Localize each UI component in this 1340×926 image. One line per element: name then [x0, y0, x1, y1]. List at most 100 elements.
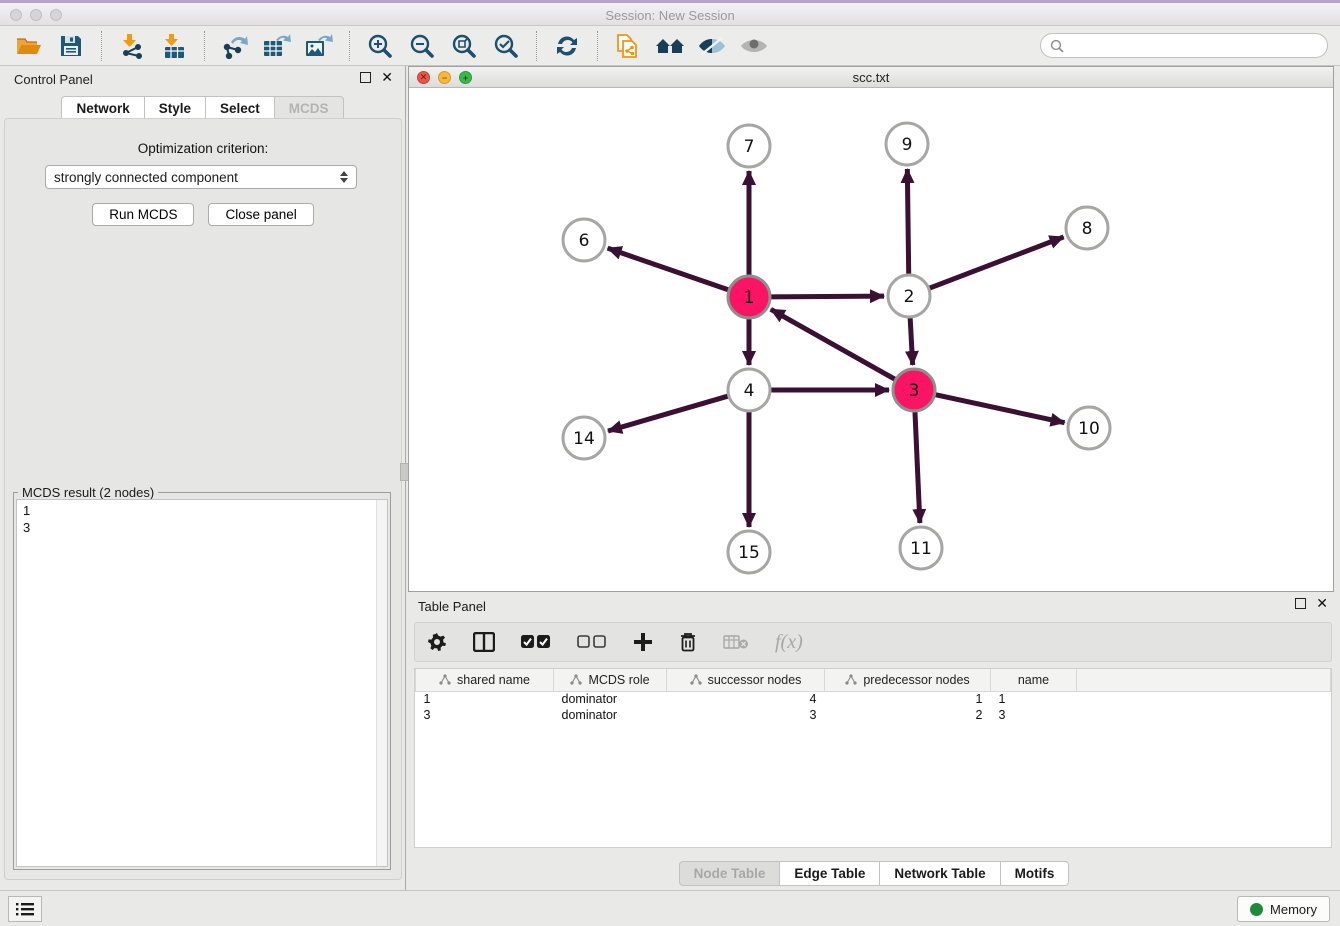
graphics-details-icon[interactable]	[652, 30, 688, 62]
graph-node-6[interactable]: 6	[563, 219, 605, 261]
zoom-fit-icon[interactable]	[446, 30, 482, 62]
close-panel-button[interactable]: Close panel	[208, 203, 313, 226]
mcds-result-textarea[interactable]: 1 3	[16, 499, 388, 867]
show-panels-eye-icon[interactable]	[736, 30, 772, 62]
table-panel-tabs: Node Table Edge Table Network Table Moti…	[408, 861, 1340, 886]
graph-node-9[interactable]: 9	[886, 123, 928, 165]
search-input[interactable]	[1069, 38, 1318, 53]
graph-edge-3-10[interactable]	[933, 394, 1065, 423]
graph-edge-2-8[interactable]	[927, 237, 1064, 289]
open-session-icon[interactable]	[11, 30, 47, 62]
delete-table-icon[interactable]	[723, 634, 749, 650]
column-header-successor-nodes[interactable]: successor nodes	[667, 669, 825, 691]
float-table-panel-icon[interactable]	[1295, 598, 1306, 609]
add-column-icon[interactable]	[633, 632, 653, 652]
graph-edge-1-6[interactable]	[608, 248, 731, 291]
function-builder-icon[interactable]: f(x)	[775, 631, 803, 654]
search-icon	[1050, 39, 1064, 53]
toolbar-separator	[101, 31, 102, 61]
criterion-dropdown[interactable]: strongly connected component	[45, 165, 357, 189]
graph-node-label: 3	[909, 381, 920, 401]
control-panel-title: Control Panel	[14, 72, 93, 87]
mcds-panel-body: Optimization criterion: strongly connect…	[4, 118, 402, 880]
float-panel-icon[interactable]	[360, 72, 371, 83]
graph-edge-2-3[interactable]	[910, 315, 913, 365]
delete-columns-trash-icon[interactable]	[679, 632, 697, 652]
graph-node-3[interactable]: 3	[893, 369, 935, 411]
column-header-name[interactable]: name	[991, 669, 1077, 691]
graph-node-label: 7	[744, 137, 755, 157]
export-network-icon[interactable]	[217, 30, 253, 62]
criterion-dropdown-value: strongly connected component	[54, 170, 340, 185]
table-toolbar: f(x)	[414, 622, 1332, 662]
network-view-window: ✕ − + scc.txt 7 9 6 8 1 2 4 3 14 10 15 11	[408, 66, 1334, 592]
refresh-view-icon[interactable]	[549, 30, 585, 62]
network-canvas[interactable]: 7 9 6 8 1 2 4 3 14 10 15 11	[409, 88, 1333, 591]
tab-node-table[interactable]: Node Table	[679, 861, 781, 886]
tab-network-table[interactable]: Network Table	[880, 861, 1000, 886]
table-row[interactable]: 1 dominator 4 1 1	[416, 691, 1331, 707]
close-panel-icon[interactable]: ✕	[381, 72, 393, 83]
node-table[interactable]: shared name MCDS role successor nodes pr…	[414, 668, 1332, 848]
mcds-result-scrollbar[interactable]	[376, 500, 387, 866]
graph-node-4[interactable]: 4	[728, 369, 770, 411]
memory-button-label: Memory	[1270, 902, 1317, 917]
graph-node-label: 6	[579, 231, 590, 251]
graph-node-10[interactable]: 10	[1068, 407, 1110, 449]
graph-edge-2-9[interactable]	[907, 169, 908, 277]
search-input-container	[1040, 33, 1328, 58]
memory-button[interactable]: Memory	[1237, 896, 1330, 922]
graph-node-14[interactable]: 14	[563, 417, 605, 459]
hide-panels-eye-icon[interactable]	[694, 30, 730, 62]
clone-network-icon[interactable]	[610, 30, 646, 62]
graph-node-8[interactable]: 8	[1066, 207, 1108, 249]
export-table-icon[interactable]	[259, 30, 295, 62]
mcds-result-values: 1 3	[17, 500, 387, 538]
list-icon	[16, 902, 34, 916]
graph-edge-3-11[interactable]	[915, 409, 920, 523]
main-toolbar	[0, 26, 1340, 66]
graph-edge-4-14[interactable]	[608, 395, 731, 431]
close-table-panel-icon[interactable]: ✕	[1316, 598, 1328, 609]
import-network-icon[interactable]	[114, 30, 150, 62]
table-row[interactable]: 3 dominator 3 2 3	[416, 707, 1331, 723]
select-all-checkboxes-icon[interactable]	[521, 635, 551, 649]
column-header-mcds-role[interactable]: MCDS role	[554, 669, 667, 691]
dropdown-stepper-icon	[340, 171, 348, 183]
graph-node-label: 9	[902, 135, 913, 155]
zoom-selected-icon[interactable]	[488, 30, 524, 62]
graph-node-15[interactable]: 15	[728, 531, 770, 573]
graph-node-7[interactable]: 7	[728, 125, 770, 167]
settings-gear-icon[interactable]	[427, 632, 447, 652]
deselect-all-checkboxes-icon[interactable]	[577, 635, 607, 649]
export-image-icon[interactable]	[301, 30, 337, 62]
column-header-shared-name[interactable]: shared name	[416, 669, 554, 691]
status-bar: Memory	[0, 890, 1340, 926]
graph-node-1[interactable]: 1	[728, 276, 770, 318]
tab-motifs[interactable]: Motifs	[1001, 861, 1070, 886]
task-history-button[interactable]	[8, 896, 42, 922]
split-columns-icon[interactable]	[473, 632, 495, 652]
application-window: Session: New Session	[0, 0, 1340, 926]
run-mcds-button[interactable]: Run MCDS	[92, 203, 194, 226]
graph-node-label: 8	[1082, 219, 1093, 239]
memory-status-icon	[1250, 903, 1263, 916]
column-header-filler	[1077, 669, 1331, 691]
network-window-titlebar[interactable]: ✕ − + scc.txt	[409, 67, 1333, 88]
zoom-out-icon[interactable]	[404, 30, 440, 62]
mcds-result-groupbox: MCDS result (2 nodes) 1 3	[13, 492, 391, 870]
graph-edges[interactable]	[608, 169, 1065, 527]
graph-node-11[interactable]: 11	[900, 527, 942, 569]
graph-node-label: 4	[744, 381, 755, 401]
graph-edge-1-2[interactable]	[768, 296, 884, 297]
tab-edge-table[interactable]: Edge Table	[780, 861, 880, 886]
graph-edge-3-1[interactable]	[771, 309, 898, 380]
graph-node-label: 11	[910, 539, 932, 559]
zoom-in-icon[interactable]	[362, 30, 398, 62]
save-session-icon[interactable]	[53, 30, 89, 62]
column-tree-icon	[845, 674, 857, 685]
graph-node-2[interactable]: 2	[888, 275, 930, 317]
import-table-icon[interactable]	[156, 30, 192, 62]
column-header-predecessor-nodes[interactable]: predecessor nodes	[825, 669, 991, 691]
optimization-criterion-label: Optimization criterion:	[5, 141, 401, 156]
